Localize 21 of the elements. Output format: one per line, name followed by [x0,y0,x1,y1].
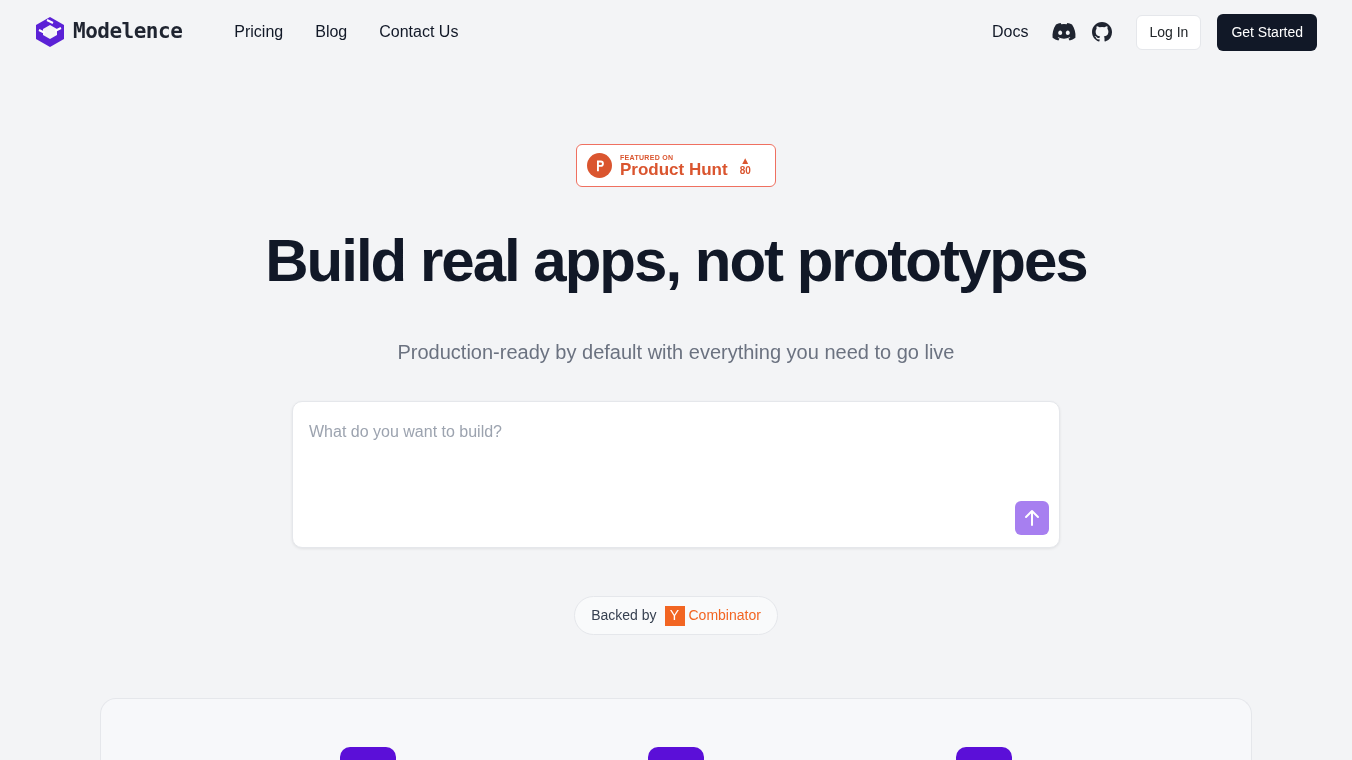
docs-link[interactable]: Docs [992,20,1029,44]
combinator-label: Combinator [688,606,761,625]
arrow-up-icon [1023,509,1041,527]
product-hunt-logo-icon [587,153,612,178]
brand-name[interactable]: Modelence [73,16,183,48]
upvote-arrow: ▲ [740,155,751,166]
product-hunt-label: Product Hunt [620,160,728,178]
get-started-button[interactable]: Get Started [1217,13,1317,51]
hero-title: Build real apps, not prototypes [265,226,1087,296]
nav-link[interactable]: Blog [315,20,348,44]
nav-link[interactable]: Pricing [234,20,284,44]
hero-subtitle: Production-ready by default with everything you need to go live [397,340,955,365]
vote-count: 80 [739,165,751,176]
logo-icon [35,16,65,48]
y-combinator-logo: Y [664,605,685,626]
github-icon[interactable] [1092,22,1113,42]
prompt-input[interactable]: What do you want to build? [292,401,1060,548]
backed-by-label: Backed by [591,606,657,625]
log-in-button[interactable]: Log In [1136,14,1202,50]
discord-icon[interactable] [1052,23,1077,41]
nav-link[interactable]: Contact Us [379,20,459,44]
